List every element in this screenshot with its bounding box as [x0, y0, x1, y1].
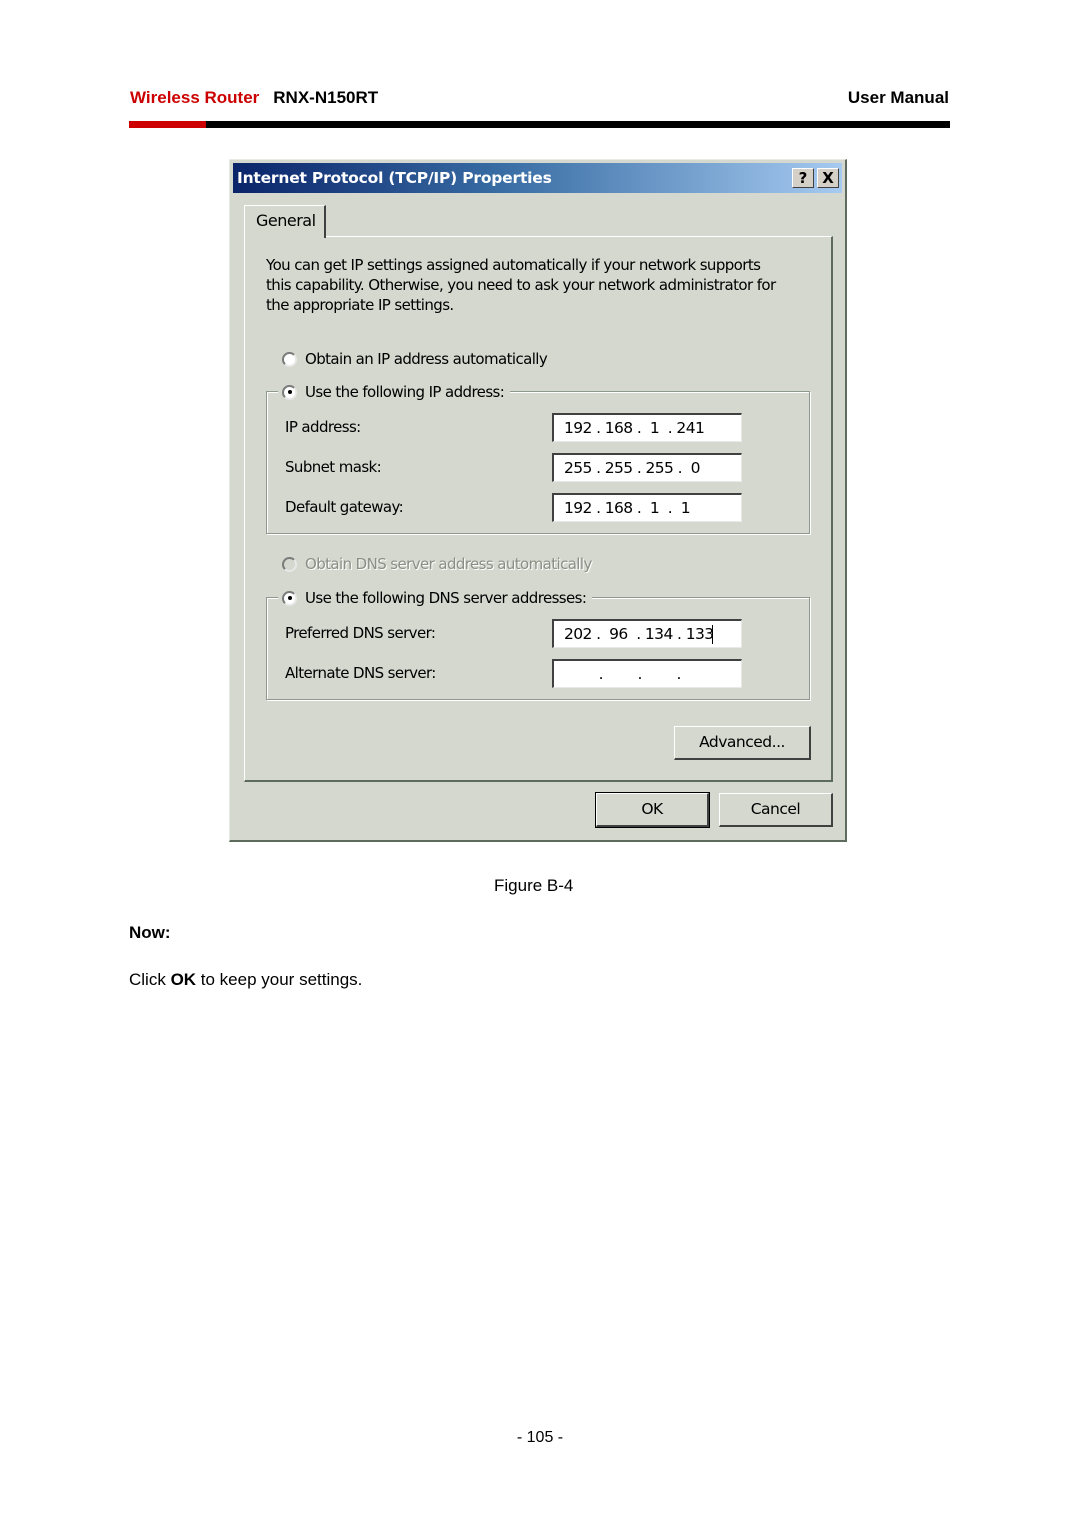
use-dns-manual-label: Use the following DNS server addresses: — [305, 589, 587, 607]
use-dns-manual-option[interactable]: Use the following DNS server addresses: — [278, 589, 593, 607]
intro-line: this capability. Otherwise, you need to … — [266, 276, 776, 294]
obtain-dns-auto-label: Obtain DNS server address automatically — [305, 555, 592, 573]
tab-general[interactable]: General — [244, 205, 326, 238]
ip-address-label: IP address: — [285, 418, 361, 436]
use-ip-manual-label: Use the following IP address: — [305, 383, 505, 401]
document-header-title: Wireless Router RNX-N150RT — [130, 88, 378, 108]
close-icon: X — [822, 169, 834, 187]
dialog-titlebar[interactable]: Internet Protocol (TCP/IP) Properties ? … — [233, 163, 842, 193]
preferred-dns-label: Preferred DNS server: — [285, 624, 436, 642]
subnet-mask-input[interactable]: 255 . 255 . 255 . 0 — [552, 453, 742, 482]
obtain-dns-auto-option: Obtain DNS server address automatically — [282, 555, 598, 573]
obtain-ip-auto-option[interactable]: Obtain an IP address automatically — [282, 350, 554, 368]
instruction-text: Click OK to keep your settings. — [129, 970, 362, 990]
section-heading: Now: — [129, 923, 171, 942]
tcpip-properties-dialog: Internet Protocol (TCP/IP) Properties ? … — [229, 159, 847, 842]
alternate-dns-input[interactable]: . . . — [552, 659, 742, 688]
model-name: RNX-N150RT — [273, 88, 379, 107]
obtain-dns-auto-radio — [282, 556, 297, 572]
close-button[interactable]: X — [817, 168, 839, 188]
alternate-dns-label: Alternate DNS server: — [285, 664, 436, 682]
dns-server-group: Preferred DNS server: 202 . 96 . 134 . 1… — [266, 597, 810, 700]
document-type: User Manual — [847, 88, 949, 107]
obtain-ip-auto-radio[interactable] — [282, 351, 297, 367]
page-number: - 105 - — [516, 1429, 564, 1446]
header-rule — [129, 121, 950, 128]
intro-line: You can get IP settings assigned automat… — [266, 256, 761, 274]
instruction-bold: OK — [170, 970, 197, 989]
cancel-button[interactable]: Cancel — [719, 793, 833, 827]
text-caret — [712, 625, 714, 644]
general-tab-panel: You can get IP settings assigned automat… — [244, 236, 833, 782]
figure-caption: Figure B-4 — [494, 876, 574, 895]
ok-button[interactable]: OK — [595, 792, 710, 828]
instruction-prefix: Click — [129, 970, 171, 989]
preferred-dns-input[interactable]: 202 . 96 . 134 . 133 — [552, 619, 742, 648]
ip-address-group: IP address: 192 . 168 . 1 . 241 Subnet m… — [266, 391, 810, 534]
use-ip-manual-radio[interactable] — [282, 384, 297, 400]
instruction-suffix: to keep your settings. — [196, 970, 363, 989]
ip-address-input[interactable]: 192 . 168 . 1 . 241 — [552, 413, 742, 442]
use-dns-manual-radio[interactable] — [282, 590, 297, 606]
brand-name: Wireless Router — [130, 88, 260, 107]
help-icon: ? — [798, 169, 808, 187]
obtain-dns-auto-text: Obtain DNS server address automatically — [305, 555, 592, 573]
preferred-dns-value: 202 . 96 . 134 . 133 — [564, 625, 714, 643]
intro-text: You can get IP settings assigned automat… — [266, 255, 806, 315]
header-rule-accent — [129, 121, 206, 128]
advanced-button[interactable]: Advanced... — [674, 726, 811, 760]
use-ip-manual-option[interactable]: Use the following IP address: — [278, 383, 511, 401]
intro-line: the appropriate IP settings. — [266, 296, 454, 314]
default-gateway-label: Default gateway: — [285, 498, 404, 516]
help-button[interactable]: ? — [792, 168, 814, 188]
dialog-title: Internet Protocol (TCP/IP) Properties — [237, 169, 552, 187]
obtain-ip-auto-label: Obtain an IP address automatically — [305, 350, 548, 368]
subnet-mask-label: Subnet mask: — [285, 458, 382, 476]
default-gateway-input[interactable]: 192 . 168 . 1 . 1 — [552, 493, 742, 522]
